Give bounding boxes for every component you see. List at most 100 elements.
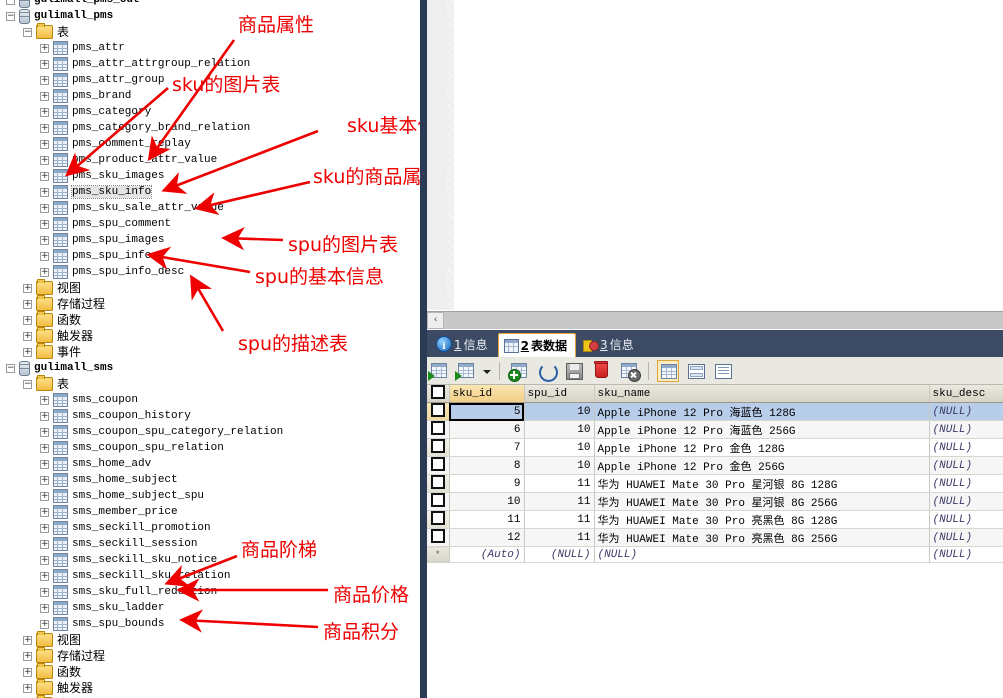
table-header-row[interactable]: sku_id spu_id sku_name sku_desc [427,385,1003,403]
column-header-sku_desc[interactable]: sku_desc [929,385,1003,403]
cell-sku_name[interactable]: Apple iPhone 12 Pro 海蓝色 128G [594,402,930,421]
add-record-button[interactable] [508,360,530,382]
cell-spu_id[interactable]: 10 [524,456,595,475]
cell-sku_desc[interactable]: (NULL) [929,474,1003,493]
expand-twisty-icon[interactable]: + [40,171,49,181]
tree-item-表[interactable]: − 表 [0,375,69,392]
tree-item-pms_spu_info_desc[interactable]: + pms_spu_info_desc [0,264,184,280]
tree-item-触发器[interactable]: + 触发器 [0,327,93,344]
tab-3[interactable]: 3 信息 [577,333,643,355]
checkbox-icon[interactable] [430,421,445,435]
cell-sku_desc[interactable]: (NULL) [929,510,1003,529]
new-cell-sku_id[interactable]: (Auto) [449,546,525,563]
expand-twisty-icon[interactable]: + [40,267,49,277]
tree-item-事件[interactable]: + 事件 [0,343,81,360]
tree-item-pms_product_attr_value[interactable]: + pms_product_attr_value [0,152,217,168]
tree-item-函数[interactable]: + 函数 [0,311,81,328]
collapse-twisty-icon[interactable]: − [6,11,15,21]
cell-sku_desc[interactable]: (NULL) [929,420,1003,439]
expand-twisty-icon[interactable]: + [23,683,32,693]
collapse-twisty-icon[interactable]: − [23,379,32,389]
expand-twisty-icon[interactable]: + [40,395,49,405]
tree-item-函数[interactable]: + 函数 [0,663,81,680]
tree-item-视图[interactable]: + 视图 [0,631,81,648]
expand-twisty-icon[interactable]: + [40,203,49,213]
table-row[interactable]: 9 11 华为 HUAWEI Mate 30 Pro 星河银 8G 128G (NUL… [427,474,1003,493]
expand-twisty-icon[interactable]: + [40,91,49,101]
save-button[interactable] [563,360,585,382]
cell-sku_desc[interactable]: (NULL) [929,528,1003,547]
tree-item-pms_sku_sale_attr_value[interactable]: + pms_sku_sale_attr_value [0,200,224,216]
tree-item-pms_sku_info[interactable]: + pms_sku_info [0,184,153,200]
new-cell-spu_id[interactable]: (NULL) [524,546,595,563]
table-row[interactable]: 5 10 Apple iPhone 12 Pro 海蓝色 128G (NULL) [427,402,1003,421]
text-view-button[interactable] [712,360,734,382]
tree-item-pms_category_brand_relation[interactable]: + pms_category_brand_relation [0,120,250,136]
expand-twisty-icon[interactable]: + [40,427,49,437]
tree-item-gulimall_sms[interactable]: − gulimall_sms [0,360,113,376]
new-cell-sku_desc[interactable]: (NULL) [929,546,1003,563]
expand-twisty-icon[interactable]: + [40,123,49,133]
new-record-button[interactable] [428,360,450,382]
result-tabstrip[interactable]: 1信息2表数据3信息 [427,330,1003,358]
checkbox-icon[interactable] [430,403,445,417]
expand-twisty-icon[interactable]: + [23,347,32,357]
tree-item-sms_coupon_history[interactable]: + sms_coupon_history [0,408,191,424]
tree-item-sms_home_adv[interactable]: + sms_home_adv [0,456,151,472]
cell-sku_id[interactable]: 12 [449,528,525,547]
expand-twisty-icon[interactable]: + [40,219,49,229]
cell-sku_id[interactable]: 10 [449,492,525,511]
table-row[interactable]: 12 11 华为 HUAWEI Mate 30 Pro 亮黑色 8G 256G (NU… [427,528,1003,547]
new-cell-sku_name[interactable]: (NULL) [594,546,930,563]
cell-sku_name[interactable]: 华为 HUAWEI Mate 30 Pro 亮黑色 8G 128G [594,510,930,529]
row-checkbox[interactable] [427,474,450,493]
table-row[interactable]: 10 11 华为 HUAWEI Mate 30 Pro 星河银 8G 256G (NU… [427,492,1003,511]
collapse-twisty-icon[interactable]: − [6,363,15,373]
expand-twisty-icon[interactable]: + [40,555,49,565]
cell-sku_name[interactable]: 华为 HUAWEI Mate 30 Pro 星河银 8G 256G [594,492,930,511]
cell-sku_desc[interactable]: (NULL) [929,402,1003,421]
checkbox-icon[interactable] [430,439,445,453]
chevron-down-icon[interactable] [482,360,491,382]
expand-twisty-icon[interactable]: + [23,299,32,309]
tree-item-sms_sku_ladder[interactable]: + sms_sku_ladder [0,600,164,616]
expand-twisty-icon[interactable]: + [23,283,32,293]
cell-sku_id[interactable]: 7 [449,438,525,457]
expand-twisty-icon[interactable]: + [23,635,32,645]
cell-spu_id[interactable]: 11 [524,492,595,511]
expand-twisty-icon[interactable]: + [40,571,49,581]
editor-area[interactable] [427,0,1003,310]
form-view-button[interactable] [685,360,707,382]
tree-item-存储过程[interactable]: + 存储过程 [0,295,105,312]
table-row[interactable]: 8 10 Apple iPhone 12 Pro 金色 256G (NULL) [427,456,1003,475]
expand-twisty-icon[interactable]: + [40,619,49,629]
tree-item-sms_home_subject_spu[interactable]: + sms_home_subject_spu [0,488,204,504]
delete-record-button[interactable] [590,360,612,382]
grid-view-button[interactable] [657,360,680,382]
scroll-left-chevron-icon[interactable]: ‹ [427,312,444,329]
tree-item-gulimall_pms[interactable]: − gulimall_pms [0,8,113,24]
checkbox-icon[interactable] [430,457,445,471]
row-checkbox[interactable] [427,492,450,511]
tree-item-sms_seckill_promotion[interactable]: + sms_seckill_promotion [0,520,211,536]
tree-item-pms_attr[interactable]: + pms_attr [0,40,125,56]
expand-twisty-icon[interactable]: + [40,235,49,245]
tree-item-sms_sku_full_reduction[interactable]: + sms_sku_full_reduction [0,584,217,600]
tree-item-pms_sku_images[interactable]: + pms_sku_images [0,168,164,184]
row-checkbox[interactable] [427,438,450,457]
expand-twisty-icon[interactable]: + [23,315,32,325]
cell-sku_name[interactable]: 华为 HUAWEI Mate 30 Pro 星河银 8G 128G [594,474,930,493]
tree-item-pms_brand[interactable]: + pms_brand [0,88,131,104]
tree-item-pms_comment_replay[interactable]: + pms_comment_replay [0,136,191,152]
expand-twisty-icon[interactable]: + [40,411,49,421]
tree-item-pms_attr_group[interactable]: + pms_attr_group [0,72,164,88]
panel-splitter[interactable] [420,0,427,698]
cell-spu_id[interactable]: 11 [524,474,595,493]
checkbox-icon[interactable] [430,385,445,399]
expand-twisty-icon[interactable]: + [40,443,49,453]
expand-twisty-icon[interactable]: + [23,651,32,661]
tree-item-sms_seckill_sku_relation[interactable]: + sms_seckill_sku_relation [0,568,230,584]
grid-toolbar[interactable] [427,357,1003,385]
cell-spu_id[interactable]: 11 [524,510,595,529]
new-record-row[interactable]: * (Auto) (NULL) (NULL) (NULL) [427,546,1003,563]
